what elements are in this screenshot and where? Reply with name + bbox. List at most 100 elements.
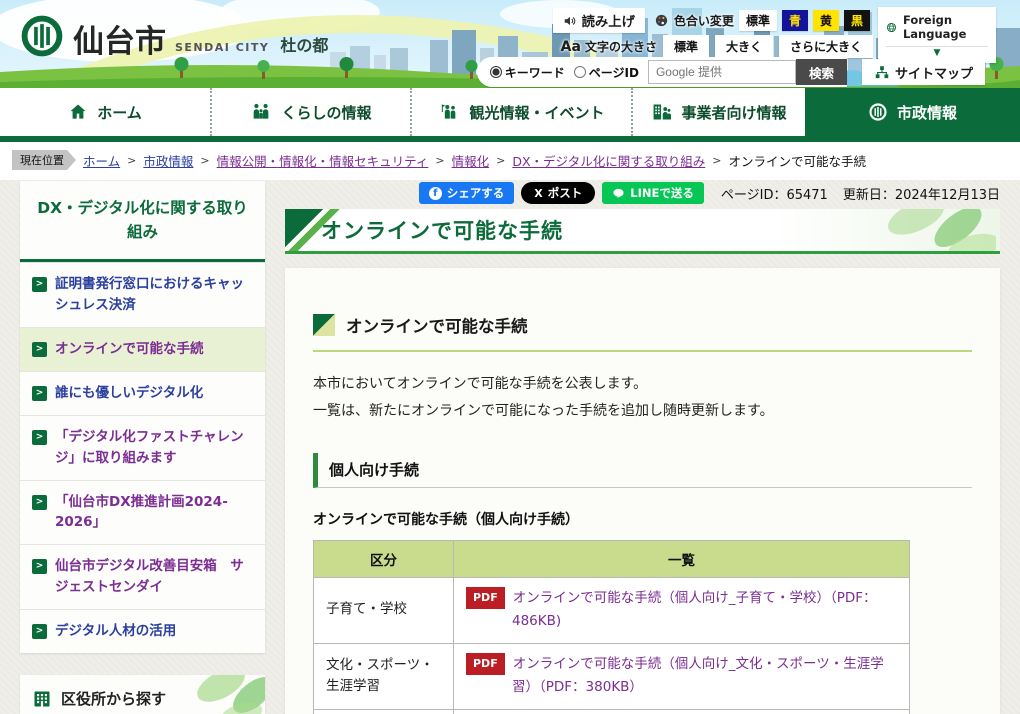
table-caption: オンラインで可能な手続（個人向け手続） — [313, 509, 972, 529]
sidebar-title: DX・デジタル化に関する取り組み — [20, 181, 265, 262]
accessibility-row: 読み上げ 色合い変更 標準 青 黄 黒 — [553, 8, 870, 33]
row-category: 地域活動・市民協働・広聴 — [314, 710, 454, 714]
aa-icon: Aa — [561, 39, 581, 55]
facebook-icon: f — [429, 187, 442, 200]
sidebar-item-digital-talent[interactable]: > デジタル人材の活用 — [20, 609, 265, 653]
table-row: 子育て・学校 PDF オンラインで可能な手続（個人向け_子育て・学校）（PDF：4… — [314, 577, 910, 643]
foreign-language-dropdown[interactable]: Foreign Language ▼ — [878, 7, 996, 63]
palette-icon — [654, 13, 669, 28]
row-category: 文化・スポーツ・生涯学習 — [314, 643, 454, 709]
breadcrumb-informatization[interactable]: 情報化 — [452, 151, 490, 170]
search-input[interactable] — [648, 60, 796, 84]
text-size-large-button[interactable]: 大きく — [715, 35, 773, 58]
breadcrumb-home[interactable]: ホーム — [83, 151, 120, 170]
section-heading: オンラインで可能な手続 — [313, 313, 972, 352]
home-icon — [68, 102, 88, 122]
ward-finder: 区役所から探す 青葉区 泉区 宮城野区 太白区 > 青葉区 — [20, 675, 265, 714]
nav-living-info[interactable]: くらしの情報 — [210, 88, 410, 136]
color-blue-button[interactable]: 青 — [782, 10, 808, 31]
nav-tourism-events[interactable]: 観光情報・イベント — [410, 88, 631, 136]
sitemap-icon — [874, 65, 890, 80]
sitemap-button[interactable]: サイトマップ — [862, 59, 985, 85]
x-post-button[interactable]: X ポスト — [521, 182, 595, 204]
chevron-right-icon: > — [32, 277, 47, 292]
page-title-band: オンラインで可能な手続 — [285, 209, 1000, 254]
sidebar-menu: DX・デジタル化に関する取り組み > 証明書発行窓口におけるキャッシュレス決済 … — [20, 181, 265, 653]
nav-business-info[interactable]: 事業者向け情報 — [631, 88, 805, 136]
text-size-label: 文字の大きさ — [585, 38, 657, 55]
line-share-button[interactable]: LINEで送る — [602, 182, 704, 204]
color-yellow-button[interactable]: 黄 — [813, 10, 839, 31]
text-size-xlarge-button[interactable]: さらに大きく — [779, 35, 873, 58]
search-row: キーワード ページID 検索 サイトマップ — [477, 57, 985, 87]
breadcrumb-city-info[interactable]: 市政情報 — [143, 151, 193, 170]
pdf-link-culture[interactable]: オンラインで可能な手続（個人向け_文化・スポーツ・生涯学習）（PDF：380KB… — [512, 656, 884, 696]
line-icon — [612, 187, 625, 200]
globe-icon — [886, 20, 897, 35]
row-category: 子育て・学校 — [314, 577, 454, 643]
global-nav: ホーム くらしの情報 観光情報・イベント 事業者向け情報 — [0, 88, 1020, 136]
page-title: オンラインで可能な手続 — [321, 215, 563, 245]
text-size-group-label: Aa 文字の大きさ — [561, 38, 657, 55]
paragraph-1: 本市においてオンラインで可能な手続を公表します。 — [313, 371, 972, 398]
pageid-radio-input[interactable] — [574, 66, 586, 78]
procedures-table: 区分 一覧 子育て・学校 PDF オンラインで可能な手続（個人向け_子育て・学校）… — [313, 540, 910, 714]
page-id: ページID：65471 — [721, 184, 828, 203]
sidebar-item-friendly-digital[interactable]: > 誰にも優しいデジタル化 — [20, 371, 265, 415]
chevron-right-icon: > — [32, 430, 47, 445]
sidebar-item-suggestion-box[interactable]: > 仙台市デジタル改善目安箱 サジェストセンダイ — [20, 544, 265, 609]
chevron-right-icon: > — [32, 386, 47, 401]
table-row: 地域活動・市民協働・広聴 PDFオンラインで可能な手続（個人向け_地域活動・市民… — [314, 710, 910, 714]
header-tools: 読み上げ 色合い変更 標準 青 黄 黒 Aa 文字の大きさ 標準 大き — [0, 0, 1020, 88]
paragraph-2: 一覧は、新たにオンラインで可能になった手続を追加し随時更新します。 — [313, 398, 972, 425]
main-content: f シェアする X ポスト LINEで送る ページID：65471 更新日：20… — [285, 181, 1000, 714]
color-standard-button[interactable]: 標準 — [739, 10, 777, 31]
section-title: オンラインで可能な手続 — [346, 313, 528, 337]
content-panel: オンラインで可能な手続 本市においてオンラインで可能な手続を公表します。 一覧は… — [285, 268, 1000, 714]
tourists-icon — [438, 102, 460, 122]
table-row: 文化・スポーツ・生涯学習 PDF オンラインで可能な手続（個人向け_文化・スポーツ… — [314, 643, 910, 709]
pageid-radio[interactable]: ページID — [574, 64, 639, 81]
nav-city-government[interactable]: 市政情報 — [805, 88, 1020, 136]
page-body: DX・デジタル化に関する取り組み > 証明書発行窓口におけるキャッシュレス決済 … — [0, 180, 1020, 714]
color-scheme-group: 色合い変更 標準 青 黄 黒 — [654, 10, 870, 31]
breadcrumb-label: 現在位置 — [12, 150, 76, 170]
office-building-icon — [651, 102, 672, 122]
text-size-row: Aa 文字の大きさ 標準 大きく さらに大きく — [561, 35, 873, 58]
x-icon: X — [534, 187, 542, 200]
site-header: 仙台市 SENDAI CITY 杜の都 読み上げ 色合い変更 標準 青 — [0, 0, 1020, 88]
sidebar: DX・デジタル化に関する取り組み > 証明書発行窓口におけるキャッシュレス決済 … — [20, 181, 265, 714]
color-black-button[interactable]: 黒 — [844, 10, 870, 31]
search-button[interactable]: 検索 — [796, 59, 847, 85]
foreign-language-label: Foreign Language — [903, 13, 988, 41]
chevron-right-icon: > — [32, 342, 47, 357]
sidebar-item-cashless[interactable]: > 証明書発行窓口におけるキャッシュレス決済 — [20, 262, 265, 327]
pdf-link-childcare[interactable]: オンラインで可能な手続（個人向け_子育て・学校）（PDF：486KB) — [512, 590, 877, 630]
intro-text: 本市においてオンラインで可能な手続を公表します。 一覧は、新たにオンラインで可能… — [313, 371, 972, 426]
breadcrumb-dx[interactable]: DX・デジタル化に関する取り組み — [512, 151, 705, 170]
read-aloud-label: 読み上げ — [582, 11, 635, 30]
breadcrumb: 現在位置 ホーム> 市政情報> 情報公開・情報化・情報セキュリティ> 情報化> … — [0, 142, 1020, 180]
column-header-category: 区分 — [314, 540, 454, 577]
table-header-row: 区分 一覧 — [314, 540, 910, 577]
chevron-right-icon: > — [32, 495, 47, 510]
sidebar-item-fast-challenge[interactable]: > 「デジタル化ファストチャレンジ」に取り組みます — [20, 415, 265, 480]
facebook-share-button[interactable]: f シェアする — [419, 182, 515, 204]
pdf-badge: PDF — [466, 653, 505, 675]
page-meta: ページID：65471 更新日：2024年12月13日 — [721, 184, 1000, 203]
keyword-radio-input[interactable] — [490, 66, 502, 78]
sidebar-item-dx-plan[interactable]: > 「仙台市DX推進計画2024-2026」 — [20, 480, 265, 545]
pdf-badge: PDF — [466, 587, 505, 609]
city-hall-icon — [32, 689, 52, 709]
color-scheme-label: 色合い変更 — [674, 12, 734, 29]
read-aloud-button[interactable]: 読み上げ — [553, 8, 645, 33]
text-size-standard-button[interactable]: 標準 — [663, 35, 709, 58]
leaf-decoration — [846, 209, 996, 254]
keyword-radio[interactable]: キーワード — [490, 64, 565, 81]
column-header-list: 一覧 — [454, 540, 910, 577]
breadcrumb-info-security[interactable]: 情報公開・情報化・情報セキュリティ — [217, 151, 429, 170]
search-bar: キーワード ページID 検索 — [477, 57, 847, 87]
share-row: f シェアする X ポスト LINEで送る ページID：65471 更新日：20… — [285, 181, 1000, 205]
sidebar-item-online-procedures[interactable]: > オンラインで可能な手続 — [20, 327, 265, 371]
nav-home[interactable]: ホーム — [0, 88, 210, 136]
